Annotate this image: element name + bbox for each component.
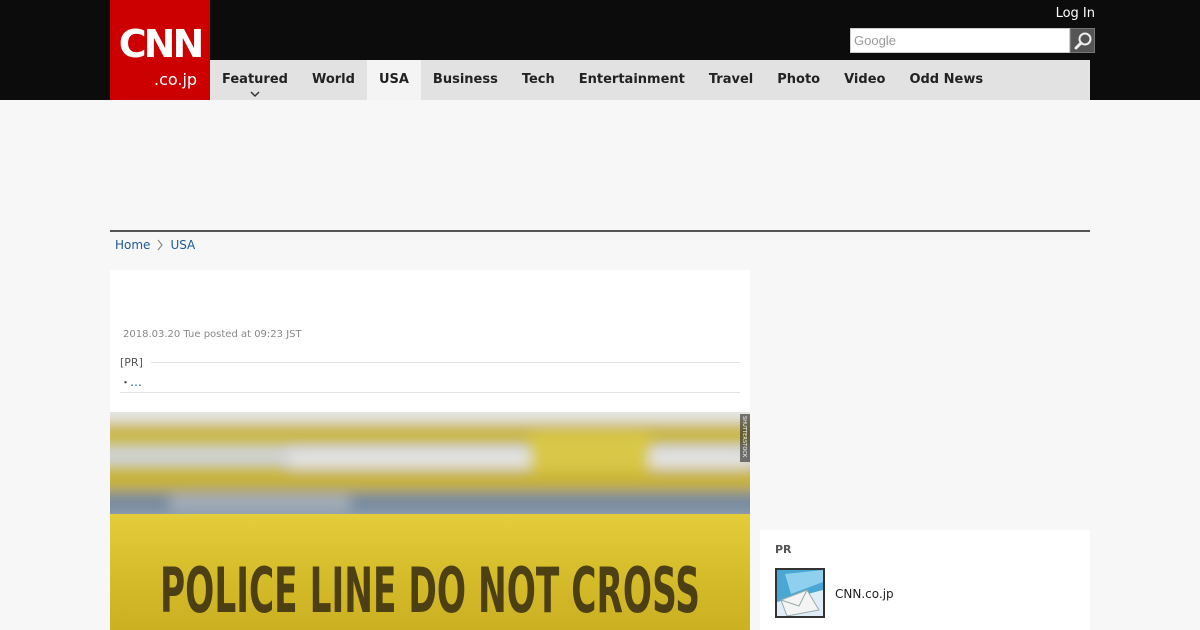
chevron-down-icon	[250, 91, 260, 98]
login-link[interactable]: Log In	[1056, 6, 1095, 21]
nav-photo[interactable]: Photo	[765, 60, 832, 100]
article-card: 2018.03.20 Tue posted at 09:23 JST [PR] …	[110, 270, 750, 630]
pr-row: ・ …	[120, 371, 740, 393]
nav-video[interactable]: Video	[832, 60, 897, 100]
nav-entertainment[interactable]: Entertainment	[567, 60, 697, 100]
pr-label-text: [PR]	[120, 356, 143, 369]
chevron-right-icon	[150, 238, 170, 252]
sidebar-pr-link[interactable]: CNN.co.jp	[835, 587, 894, 601]
nav-tech[interactable]: Tech	[510, 60, 567, 100]
police-tape-image: POLICE LINE DO NOT CROSS	[110, 412, 750, 630]
mail-thumbnail-icon[interactable]	[775, 568, 825, 618]
pr-link[interactable]: …	[130, 375, 142, 389]
pr-divider	[150, 362, 740, 363]
nav-featured[interactable]: Featured	[210, 60, 300, 100]
police-tape-text: POLICE LINE DO NOT CROSS	[160, 554, 700, 627]
nav-label: Featured	[222, 72, 288, 87]
cnn-logo[interactable]: CNN .co.jp	[110, 0, 210, 100]
pr-links: [PR] ・ …	[120, 356, 740, 393]
search-button[interactable]	[1070, 28, 1095, 53]
article-photo: POLICE LINE DO NOT CROSS SHUTTERSTOCK	[110, 412, 750, 630]
logo-domain: .co.jp	[154, 70, 198, 89]
sidebar-pr-label: PR	[775, 543, 792, 556]
search-box	[850, 28, 1095, 53]
ad-divider	[110, 230, 1090, 232]
breadcrumb-usa[interactable]: USA	[170, 238, 195, 252]
nav-odd-news[interactable]: Odd News	[897, 60, 995, 100]
main-nav: Featured World USA Business Tech Enterta…	[210, 60, 1090, 100]
sidebar-pr: PR CNN.co.jp	[760, 530, 1090, 630]
magnifier-icon	[1074, 32, 1091, 49]
bullet: ・	[120, 375, 131, 389]
nav-world[interactable]: World	[300, 60, 367, 100]
pr-heading: [PR]	[120, 356, 740, 369]
top-header: CNN .co.jp Log In Featured World USA Bus…	[0, 0, 1200, 100]
nav-travel[interactable]: Travel	[697, 60, 765, 100]
breadcrumb-home[interactable]: Home	[115, 238, 150, 252]
search-input[interactable]	[850, 28, 1070, 53]
nav-usa[interactable]: USA	[366, 60, 421, 100]
breadcrumb: Home USA	[115, 238, 195, 252]
article-date: 2018.03.20 Tue posted at 09:23 JST	[123, 329, 302, 340]
nav-business[interactable]: Business	[421, 60, 510, 100]
logo-text: CNN	[118, 22, 205, 66]
photo-credit: SHUTTERSTOCK	[740, 414, 750, 462]
